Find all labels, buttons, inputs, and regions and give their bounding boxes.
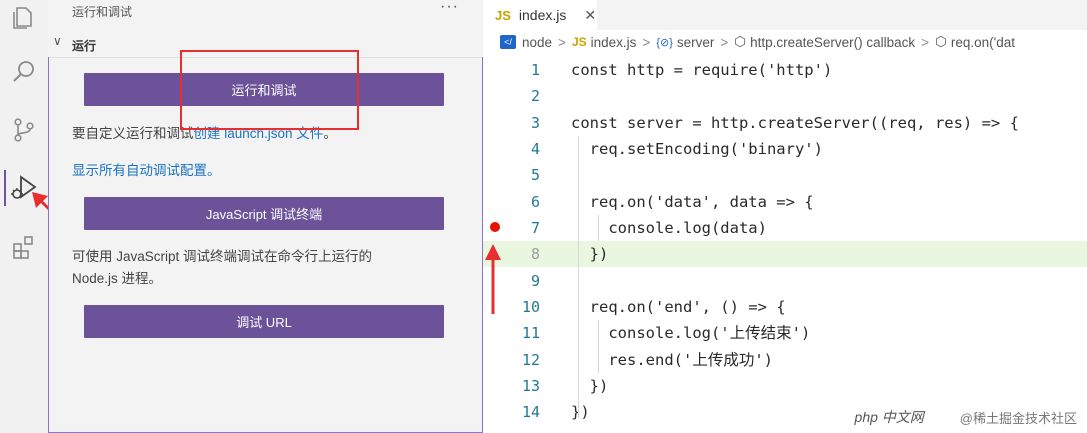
code-line: 4 req.setEncoding('binary') — [483, 136, 1087, 162]
annotation-arrow-up — [485, 244, 501, 314]
code-line: 12 res.end('上传成功') — [483, 347, 1087, 373]
method-cube-icon: ⬡ — [734, 34, 747, 49]
breadcrumb: </ node > JS index.js > {⊘} server > ⬡ h… — [500, 34, 1015, 50]
terminal-description-line2: Node.js 进程。 — [72, 271, 163, 286]
editor-tab-bar: JS index.js ✕ — [483, 0, 1087, 30]
javascript-debug-terminal-button[interactable]: JavaScript 调试终端 — [84, 197, 444, 230]
breadcrumb-item-callback[interactable]: http.createServer() callback — [750, 35, 915, 50]
code-line: 5 — [483, 162, 1087, 188]
code-line: 10 req.on('end', () => { — [483, 294, 1087, 320]
line-number: 14 — [521, 403, 540, 421]
tab-index-js[interactable]: JS index.js ✕ — [483, 0, 597, 30]
breadcrumb-separator: > — [642, 34, 651, 50]
line-number: 5 — [530, 166, 540, 184]
code-text: const http = require('http') — [571, 61, 833, 79]
explorer-icon[interactable] — [6, 0, 42, 36]
code-line: 9 — [483, 268, 1087, 294]
line-number: 2 — [530, 87, 540, 105]
breadcrumb-separator: > — [558, 34, 566, 50]
sidebar-title: 运行和调试 — [72, 5, 133, 19]
more-actions-icon[interactable]: ··· — [440, 0, 459, 16]
code-line: 11 console.log('上传结束') — [483, 320, 1087, 346]
breadcrumb-item-file[interactable]: index.js — [591, 35, 637, 50]
code-text: }) — [571, 377, 609, 395]
code-text: req.on('end', () => { — [571, 298, 786, 316]
code-text: const server = http.createServer((req, r… — [571, 114, 1019, 132]
code-line: 7 console.log(data) — [483, 215, 1087, 241]
indent-guide — [598, 215, 599, 241]
folder-icon: </ — [500, 35, 516, 49]
tab-label: index.js — [518, 7, 567, 23]
close-icon[interactable]: ✕ — [584, 7, 596, 24]
line-number: 3 — [530, 114, 540, 132]
php-logo: php 中文网 — [854, 409, 924, 425]
javascript-file-icon: JS — [571, 35, 587, 49]
breadcrumb-item-node[interactable]: node — [522, 35, 552, 50]
code-text: res.end('上传成功') — [571, 351, 773, 369]
code-line: 6 req.on('data', data => { — [483, 189, 1087, 215]
search-icon[interactable] — [6, 54, 42, 90]
code-text: req.on('data', data => { — [571, 193, 814, 211]
chevron-down-icon: ∨ — [53, 34, 62, 48]
javascript-file-icon: JS — [495, 7, 511, 23]
code-text: }) — [571, 245, 609, 263]
debug-url-button[interactable]: 调试 URL — [84, 305, 444, 338]
code-editor[interactable]: 1 const http = require('http') 2 3 const s… — [483, 57, 1087, 433]
code-text: console.log('上传结束') — [571, 324, 811, 342]
source-control-icon[interactable] — [6, 112, 42, 148]
show-all-debug-configs-link[interactable]: 显示所有自动调试配置。 — [72, 160, 221, 182]
code-text: }) — [571, 403, 590, 421]
line-number: 13 — [521, 377, 540, 395]
breadcrumb-item-server[interactable]: server — [677, 35, 715, 50]
breadcrumb-separator: > — [921, 34, 930, 50]
watermark-text: @稀土掘金技术社区 — [959, 410, 1077, 426]
line-number: 6 — [530, 193, 540, 211]
line-number: 1 — [530, 61, 540, 79]
code-line: 3 const server = http.createServer((req, … — [483, 110, 1087, 136]
code-line: 1 const http = require('http') — [483, 57, 1087, 83]
breadcrumb-separator: > — [720, 34, 729, 50]
indent-guide — [598, 320, 599, 373]
annotation-highlight-box — [180, 50, 359, 130]
terminal-description-line1: 可使用 JavaScript 调试终端调试在命令行上运行的 — [72, 249, 373, 264]
indent-guide — [578, 136, 579, 418]
code-line: 13 }) — [483, 373, 1087, 399]
watermark: php 中文网 @稀土掘金技术社区 — [855, 407, 1077, 427]
code-text: req.setEncoding('binary') — [571, 140, 823, 158]
variable-icon: {⊘} — [656, 36, 673, 49]
section-label: 运行 — [72, 39, 97, 53]
line-number: 11 — [521, 324, 540, 342]
breakpoint-dot[interactable] — [490, 222, 500, 232]
line-number: 4 — [530, 140, 540, 158]
code-line-highlighted: 8 }) — [483, 241, 1087, 267]
code-text: console.log(data) — [571, 219, 767, 237]
code-line: 2 — [483, 83, 1087, 109]
line-number: 12 — [521, 351, 540, 369]
method-cube-icon: ⬡ — [935, 34, 947, 49]
breadcrumb-item-req-on[interactable]: req.on('dat — [951, 35, 1015, 50]
